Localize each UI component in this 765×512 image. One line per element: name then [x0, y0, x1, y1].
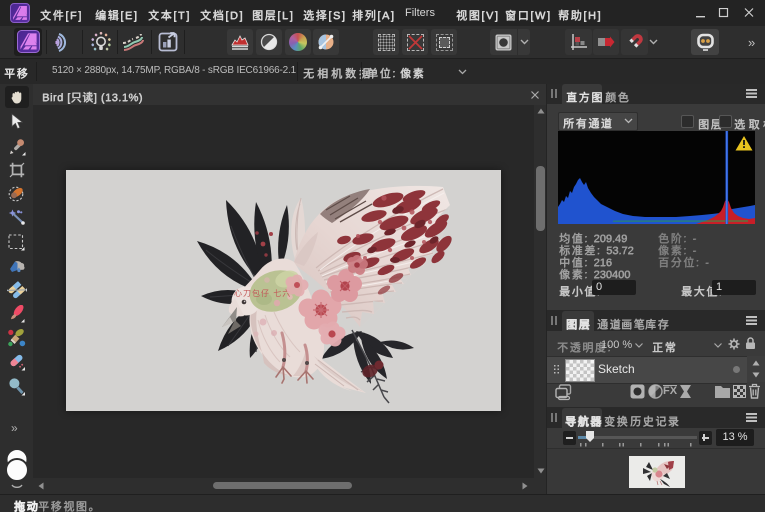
- svg-text:心刀包仔 七六: 心刀包仔 七六: [234, 288, 291, 298]
